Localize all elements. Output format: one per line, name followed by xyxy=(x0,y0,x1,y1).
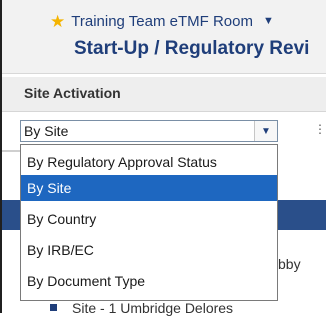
room-name: Training Team eTMF Room xyxy=(71,12,253,30)
tree-node-icon xyxy=(50,304,57,311)
site-row-label[interactable]: Site - 1 Umbridge Delores xyxy=(72,300,233,316)
dropdown-toggle-button[interactable]: ▼ xyxy=(254,121,277,141)
dropdown-option[interactable]: By Country xyxy=(21,206,277,232)
chevron-down-icon[interactable]: ▼ xyxy=(263,15,274,27)
page-title: Start-Up / Regulatory Revi xyxy=(74,38,310,59)
dropdown-option[interactable]: By Document Type xyxy=(21,268,277,294)
group-by-select-value: By Site xyxy=(24,123,69,139)
panel-header: Site Activation xyxy=(2,77,326,112)
dropdown-option-selected[interactable]: By Site xyxy=(21,175,277,201)
partial-text: bby xyxy=(278,256,301,272)
dropdown-option[interactable]: By IRB/EC xyxy=(21,237,277,263)
room-switcher[interactable]: ★ Training Team eTMF Room ▼ xyxy=(50,10,274,32)
group-by-select[interactable]: By Site ▼ xyxy=(20,120,278,142)
page-header: ★ Training Team eTMF Room ▼ Start-Up / R… xyxy=(2,0,326,74)
panel-title: Site Activation xyxy=(24,85,121,101)
divider xyxy=(2,150,20,152)
ellipsis-icon[interactable]: ⋮ xyxy=(314,122,326,136)
group-by-dropdown-list: By Regulatory Approval Status By Site By… xyxy=(20,144,278,301)
favorite-star-icon[interactable]: ★ xyxy=(50,13,65,30)
dropdown-option[interactable]: By Regulatory Approval Status xyxy=(21,149,277,175)
chevron-down-icon: ▼ xyxy=(261,125,271,137)
